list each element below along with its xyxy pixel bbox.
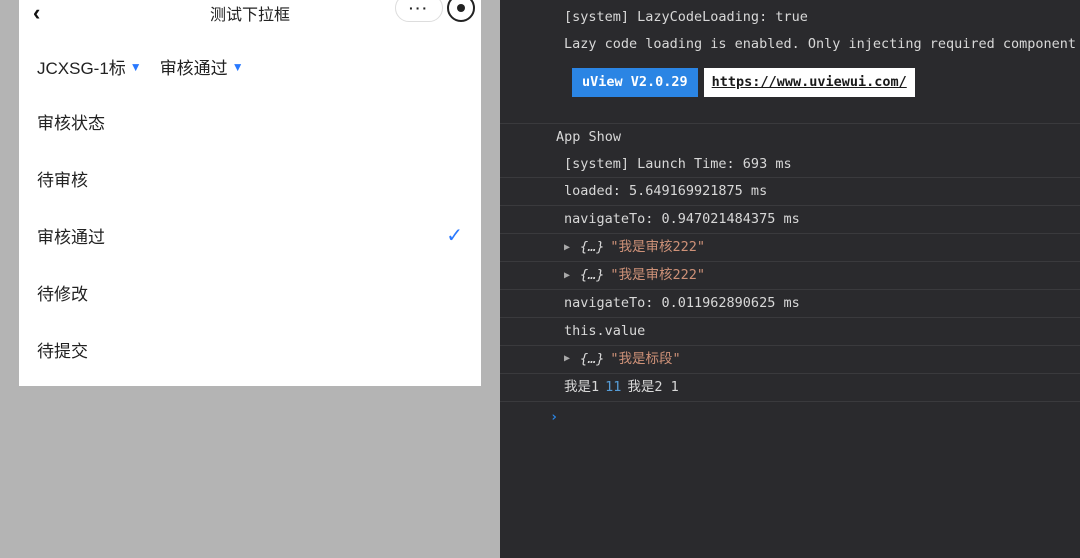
dropdown-option-label: 审核通过	[37, 223, 105, 248]
dropdown-group-label: 审核状态	[37, 109, 105, 134]
object-placeholder: {…}	[580, 266, 604, 285]
uview-banner-row: uView V2.0.29 https://www.uviewui.com/	[500, 58, 1080, 124]
dropdown-option-label: 待审核	[37, 166, 88, 191]
filter-secondary-label: 审核通过	[160, 54, 228, 79]
expand-icon[interactable]: ▶	[564, 269, 570, 283]
filter-bar: JCXSG-1标 ▼ 审核通过 ▼	[19, 30, 481, 93]
back-icon[interactable]: ‹	[33, 0, 63, 26]
uview-url-badge[interactable]: https://www.uviewui.com/	[704, 68, 915, 97]
filter-secondary[interactable]: 审核通过 ▼	[160, 54, 244, 79]
log-object-line[interactable]: ▶ {…} "我是审核222"	[500, 262, 1080, 290]
app-header: ‹ 测试下拉框 ···	[19, 0, 481, 30]
dropdown-option-label: 待修改	[37, 280, 88, 305]
target-icon	[457, 4, 465, 12]
dropdown-option-label: 待提交	[37, 337, 88, 362]
header-actions: ···	[395, 0, 475, 22]
more-button[interactable]: ···	[395, 0, 443, 22]
expand-icon[interactable]: ▶	[564, 241, 570, 255]
ellipsis-icon: ···	[409, 0, 429, 16]
log-string: "我是审核222"	[610, 238, 705, 257]
target-button[interactable]	[447, 0, 475, 22]
log-text: navigateTo: 0.947021484375 ms	[564, 210, 800, 229]
log-number: 11	[605, 378, 621, 397]
console-body: [system] LazyCodeLoading: true Lazy code…	[500, 0, 1080, 426]
log-line: Lazy code loading is enabled. Only injec…	[500, 31, 1080, 58]
dropdown-option-submit[interactable]: 待提交	[19, 321, 481, 378]
dropdown-panel: 审核状态 待审核 审核通过 ✓ 待修改 待提交	[19, 93, 481, 378]
log-text: 我是2 1	[627, 378, 678, 397]
log-line: 我是1 11 我是2 1	[500, 374, 1080, 402]
log-object-line[interactable]: ▶ {…} "我是审核222"	[500, 234, 1080, 262]
log-text: App Show	[556, 128, 621, 147]
log-string: "我是审核222"	[610, 266, 705, 285]
caret-down-icon: ▼	[232, 60, 244, 74]
check-icon: ✓	[446, 223, 463, 248]
log-line: loaded: 5.649169921875 ms	[500, 178, 1080, 206]
filter-primary[interactable]: JCXSG-1标 ▼	[37, 54, 142, 79]
object-placeholder: {…}	[580, 238, 604, 257]
dropdown-option-pending[interactable]: 待审核	[19, 150, 481, 207]
dropdown-option-revise[interactable]: 待修改	[19, 264, 481, 321]
prompt-icon: ›	[550, 409, 558, 425]
log-text: [system] Launch Time: 693 ms	[564, 155, 792, 174]
log-text: loaded: 5.649169921875 ms	[564, 182, 767, 201]
app-preview-pane: ‹ 测试下拉框 ··· JCXSG-1标 ▼ 审核通过 ▼	[0, 0, 500, 558]
caret-down-icon: ▼	[130, 60, 142, 74]
log-object-line[interactable]: ▶ {…} "我是标段"	[500, 346, 1080, 374]
log-text: 我是1	[564, 378, 599, 397]
log-line: this.value	[500, 318, 1080, 346]
console-prompt[interactable]: ›	[500, 402, 1080, 427]
log-text: [system] LazyCodeLoading: true	[564, 8, 808, 27]
dropdown-option-approved[interactable]: 审核通过 ✓	[19, 207, 481, 264]
devtools-console[interactable]: [system] LazyCodeLoading: true Lazy code…	[500, 0, 1080, 558]
log-line: navigateTo: 0.011962890625 ms	[500, 290, 1080, 318]
uview-badge: uView V2.0.29	[572, 68, 698, 97]
app-window: ‹ 测试下拉框 ··· JCXSG-1标 ▼ 审核通过 ▼	[19, 0, 481, 386]
object-placeholder: {…}	[580, 350, 604, 369]
log-text: this.value	[564, 322, 645, 341]
log-text: navigateTo: 0.011962890625 ms	[564, 294, 800, 313]
dropdown-group-header: 审核状态	[19, 93, 481, 150]
log-line: [system] Launch Time: 693 ms	[500, 151, 1080, 179]
log-line: navigateTo: 0.947021484375 ms	[500, 206, 1080, 234]
log-string: "我是标段"	[610, 350, 680, 369]
filter-primary-label: JCXSG-1标	[37, 54, 126, 79]
log-line: App Show	[500, 124, 1080, 151]
log-text: Lazy code loading is enabled. Only injec…	[564, 35, 1076, 54]
log-line: [system] LazyCodeLoading: true	[500, 4, 1080, 31]
expand-icon[interactable]: ▶	[564, 352, 570, 366]
